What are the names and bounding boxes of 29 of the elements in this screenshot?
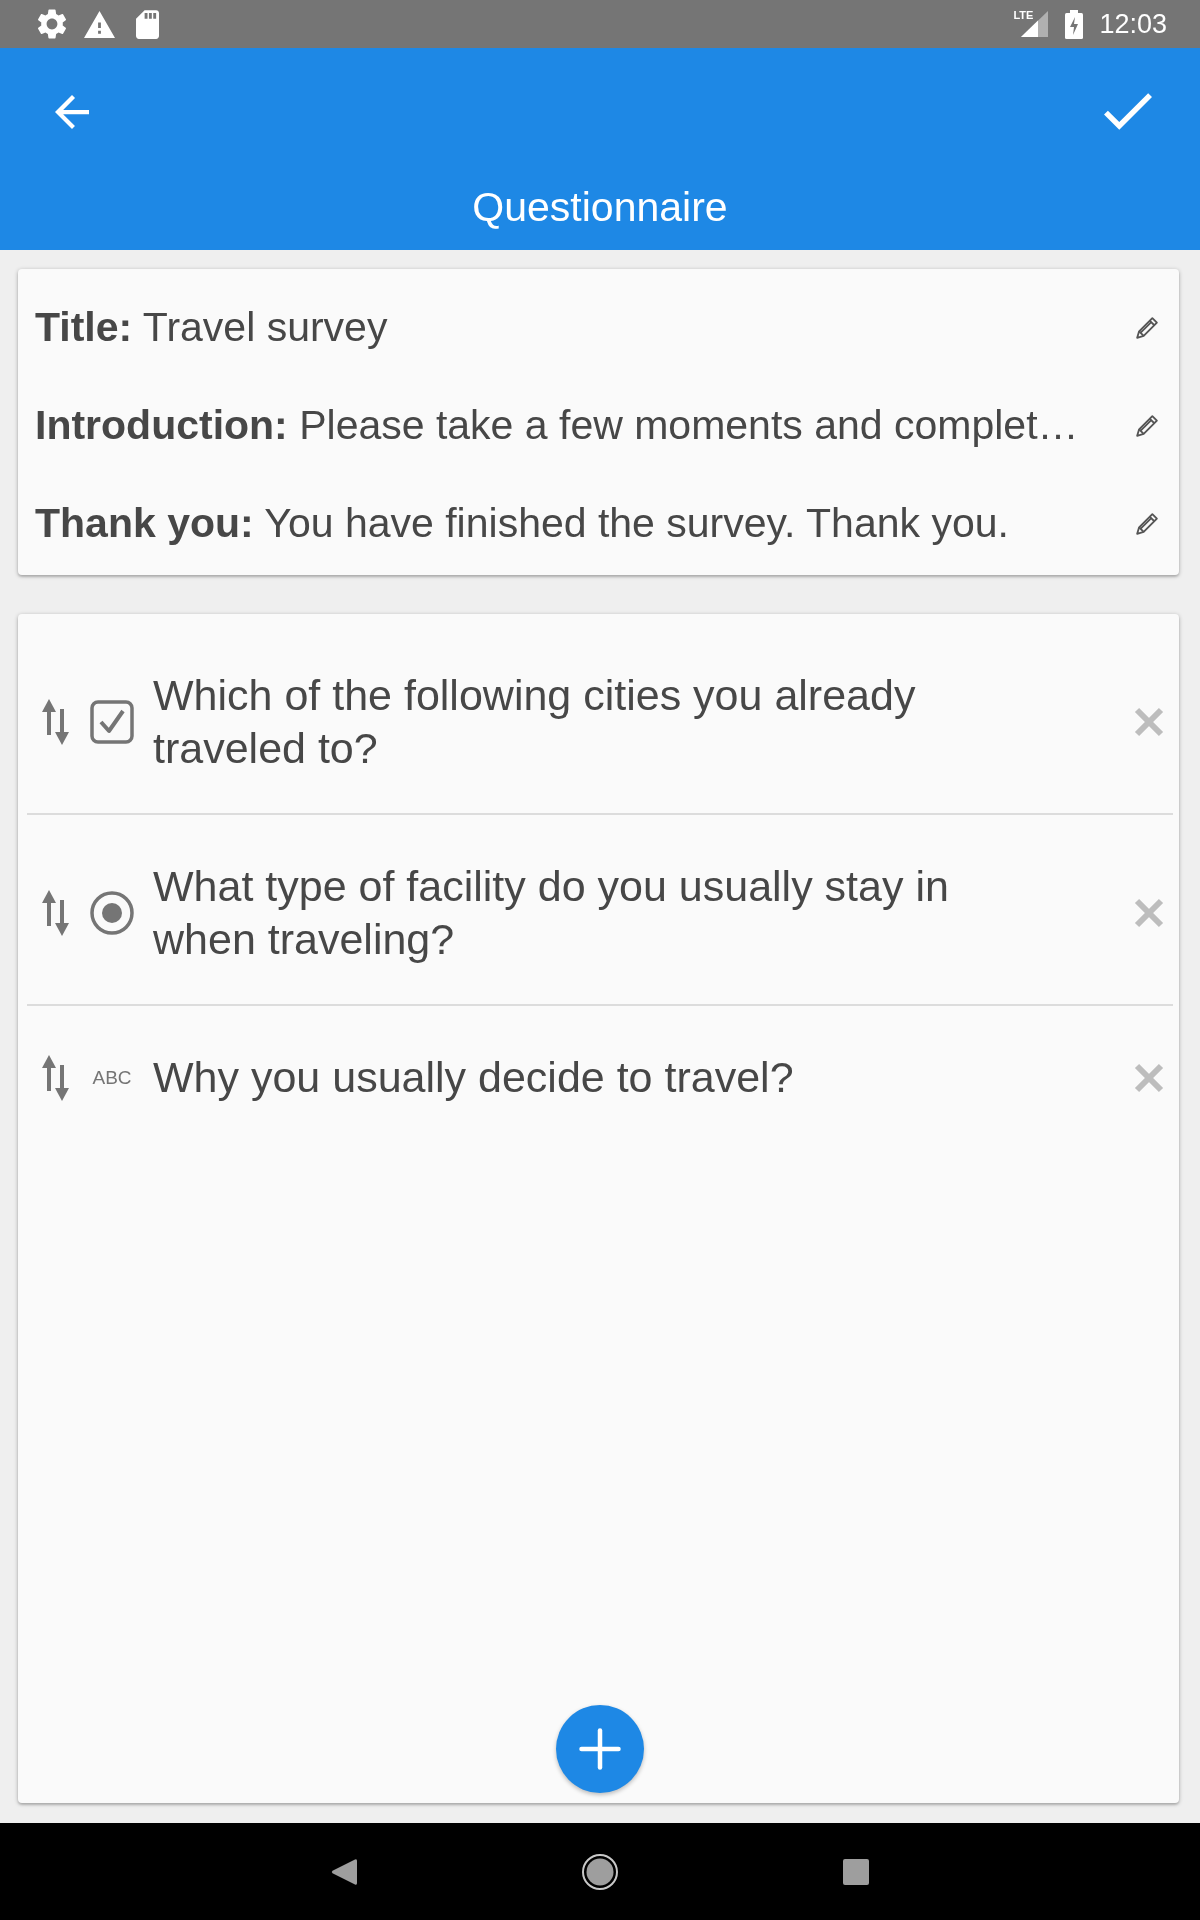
survey-detail-text: Title: Travel survey xyxy=(35,303,389,352)
pencil-icon[interactable] xyxy=(1135,412,1161,438)
up-down-arrows-icon[interactable] xyxy=(42,1054,69,1101)
survey-detail-text: Thank you: You have finished the survey. Thank you. xyxy=(35,499,1010,548)
clock-time: 12:03 xyxy=(1099,8,1167,40)
pencil-icon[interactable] xyxy=(1135,314,1161,340)
screen-title: Questionnaire xyxy=(472,183,728,231)
checkbox-icon xyxy=(90,700,134,744)
network-type-label: LTE xyxy=(1013,9,1034,21)
up-down-arrows-icon[interactable] xyxy=(42,699,69,745)
check-icon[interactable] xyxy=(1104,93,1152,130)
question-text: Why you usually decide to travel? xyxy=(153,1052,795,1103)
overview-icon[interactable] xyxy=(843,1858,869,1885)
radio-button-icon xyxy=(90,891,134,935)
warning-icon xyxy=(84,10,115,38)
question-text: Which of the following cities you already traveled to? xyxy=(153,670,917,774)
battery-charging-icon xyxy=(1065,9,1084,39)
plus-icon xyxy=(579,1728,621,1770)
survey-detail-text: Introduction: Please take a few moments and complet… xyxy=(35,401,1080,450)
back-icon[interactable] xyxy=(331,1857,357,1886)
up-down-arrows-icon[interactable] xyxy=(42,890,69,936)
sd-card-icon xyxy=(136,9,159,39)
question-type-label: ABC xyxy=(92,1066,132,1089)
home-icon[interactable] xyxy=(582,1853,618,1890)
question-text: What type of facility do you usually stay in when traveling? xyxy=(153,861,950,965)
back-arrow-icon[interactable] xyxy=(55,94,89,129)
settings-icon xyxy=(37,9,67,39)
pencil-icon[interactable] xyxy=(1135,510,1161,536)
add-button[interactable] xyxy=(556,1705,644,1793)
